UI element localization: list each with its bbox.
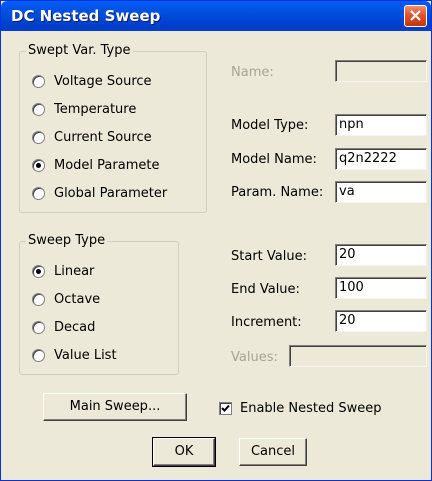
radio-label: Global Parameter bbox=[54, 186, 168, 201]
cancel-button[interactable]: Cancel bbox=[239, 438, 307, 466]
values-field[interactable] bbox=[289, 345, 427, 367]
radio-label: Model Paramete bbox=[54, 158, 160, 173]
increment-label: Increment: bbox=[231, 315, 302, 330]
enable-nested-sweep-checkbox[interactable]: Enable Nested Sweep bbox=[219, 400, 409, 418]
radio-label: Linear bbox=[54, 264, 95, 279]
close-button[interactable] bbox=[404, 5, 427, 27]
radio-button[interactable] bbox=[32, 187, 45, 200]
model-name-field[interactable]: q2n2222 bbox=[335, 148, 427, 170]
end-value-field[interactable]: 100 bbox=[335, 277, 427, 299]
start-value-label: Start Value: bbox=[231, 249, 307, 264]
radio-button[interactable] bbox=[32, 293, 45, 306]
checkmark-icon bbox=[221, 404, 230, 412]
start-value-field[interactable]: 20 bbox=[335, 244, 427, 266]
radio-label: Decad bbox=[54, 320, 96, 335]
dialog-window: DC Nested Sweep Swept Var. Type Voltage … bbox=[0, 0, 432, 481]
radio-selected-dot bbox=[36, 163, 41, 168]
radio-button[interactable] bbox=[32, 265, 45, 278]
radio-button[interactable] bbox=[32, 159, 45, 172]
name-field[interactable] bbox=[335, 60, 427, 82]
radio-selected-dot bbox=[36, 269, 41, 274]
radio-button[interactable] bbox=[32, 75, 45, 88]
main-sweep-button[interactable]: Main Sweep... bbox=[43, 393, 187, 421]
model-type-field[interactable]: npn bbox=[335, 114, 427, 136]
increment-field[interactable]: 20 bbox=[335, 310, 427, 332]
swept-var-type-title: Swept Var. Type bbox=[26, 43, 133, 59]
radio-label: Voltage Source bbox=[54, 74, 152, 89]
checkbox-box[interactable] bbox=[219, 402, 232, 415]
swept-var-type-group: Swept Var. Type Voltage Source Temperatu… bbox=[19, 43, 207, 213]
radio-button[interactable] bbox=[32, 103, 45, 116]
enable-nested-sweep-label: Enable Nested Sweep bbox=[240, 401, 382, 416]
radio-button[interactable] bbox=[32, 349, 45, 362]
values-label: Values: bbox=[231, 350, 278, 365]
window-title: DC Nested Sweep bbox=[11, 7, 161, 25]
radio-button[interactable] bbox=[32, 321, 45, 334]
title-bar[interactable]: DC Nested Sweep bbox=[1, 1, 431, 31]
sweep-type-title: Sweep Type bbox=[26, 233, 108, 249]
radio-label: Value List bbox=[54, 348, 117, 363]
radio-label: Current Source bbox=[54, 130, 152, 145]
radio-button[interactable] bbox=[32, 131, 45, 144]
ok-button[interactable]: OK bbox=[152, 437, 216, 467]
model-name-label: Model Name: bbox=[231, 152, 317, 167]
radio-label: Temperature bbox=[54, 102, 137, 117]
sweep-type-group: Sweep Type Linear Octave Decad Value Lis… bbox=[19, 233, 179, 375]
name-label: Name: bbox=[231, 65, 274, 80]
radio-label: Octave bbox=[54, 292, 101, 307]
end-value-label: End Value: bbox=[231, 282, 300, 297]
param-name-field[interactable]: va bbox=[335, 181, 427, 203]
param-name-label: Param. Name: bbox=[231, 185, 324, 200]
close-icon bbox=[410, 10, 421, 21]
model-type-label: Model Type: bbox=[231, 118, 309, 133]
